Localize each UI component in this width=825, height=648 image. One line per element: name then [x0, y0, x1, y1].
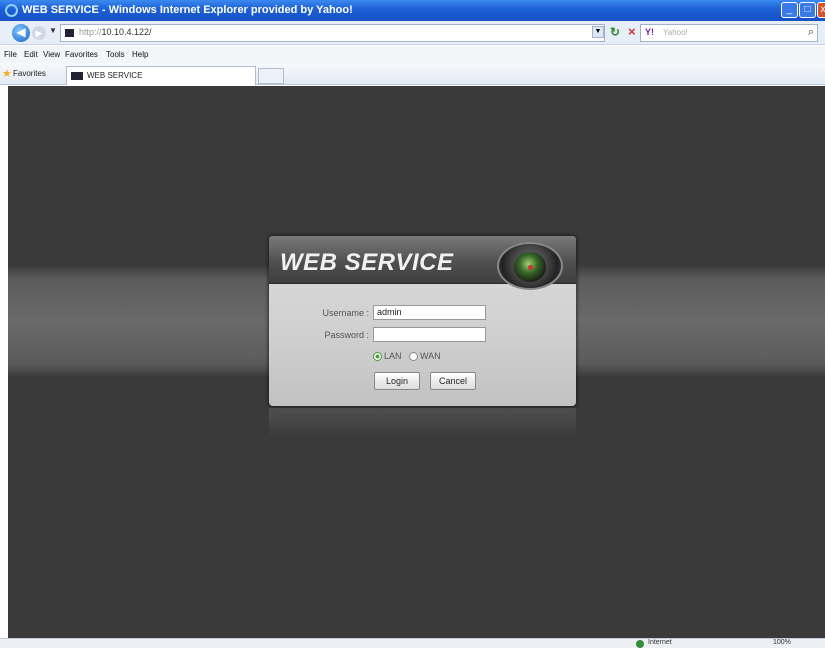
wan-radio-option[interactable]: WAN [409, 351, 441, 362]
address-input[interactable]: http://10.10.4.122/ [60, 24, 605, 42]
camera-lens-glass [514, 252, 546, 282]
page-content: WEB SERVICE Username : admin Password : … [8, 86, 825, 638]
username-field[interactable]: admin [373, 305, 486, 320]
login-title: WEB SERVICE [280, 249, 454, 276]
tab-favicon-icon [71, 72, 83, 80]
menu-view[interactable]: View [43, 50, 60, 59]
menu-edit[interactable]: Edit [24, 50, 38, 59]
window-titlebar: WEB SERVICE - Windows Internet Explorer … [0, 0, 825, 21]
cancel-button[interactable]: Cancel [430, 372, 476, 390]
username-label: Username : [322, 308, 369, 318]
search-placeholder: Yahoo! [663, 28, 688, 37]
address-host: 10.10.4.122/ [101, 27, 152, 37]
favorites-star-icon[interactable]: ★ [2, 67, 12, 80]
refresh-icon[interactable]: ↻ [610, 25, 620, 39]
menu-file[interactable]: File [4, 50, 17, 59]
menu-tools[interactable]: Tools [106, 50, 125, 59]
maximize-button[interactable]: □ [799, 2, 816, 18]
panel-reflection [269, 408, 576, 438]
lan-radio-label: LAN [384, 351, 402, 361]
login-button[interactable]: Login [374, 372, 420, 390]
forward-arrow-icon[interactable]: ▶ [32, 26, 46, 40]
wan-radio-icon[interactable] [409, 352, 418, 362]
tab-label: WEB SERVICE [87, 71, 143, 80]
new-tab-button[interactable] [258, 68, 284, 84]
address-text: http://10.10.4.122/ [79, 27, 152, 37]
yahoo-logo-icon: Y! [645, 27, 654, 37]
close-button[interactable]: x [817, 2, 825, 18]
menu-bar: File Edit View Favorites Tools Help [0, 46, 825, 63]
favorites-button[interactable]: Favorites [13, 69, 46, 78]
site-favicon-icon [65, 29, 74, 37]
password-field[interactable] [373, 327, 486, 342]
stop-icon[interactable]: × [628, 24, 636, 39]
lan-radio-option[interactable]: LAN [373, 351, 402, 362]
security-zone: Internet [648, 639, 672, 646]
menu-help[interactable]: Help [132, 50, 148, 59]
camera-lens-dot [528, 265, 533, 270]
lan-radio-icon[interactable] [373, 352, 382, 362]
search-icon[interactable]: ⌕ [808, 26, 814, 39]
window-title: WEB SERVICE - Windows Internet Explorer … [22, 4, 353, 16]
login-header: WEB SERVICE [269, 236, 576, 290]
navigation-bar: ◀ ▶ ▼ http://10.10.4.122/ ▼ ↻ × Y! Yahoo… [0, 21, 825, 45]
favorites-bar: ★ Favorites WEB SERVICE [0, 63, 825, 85]
password-label: Password : [324, 330, 369, 340]
menu-favorites[interactable]: Favorites [65, 50, 98, 59]
login-panel: WEB SERVICE Username : admin Password : … [269, 236, 576, 406]
globe-icon [636, 640, 644, 648]
wan-radio-label: WAN [420, 351, 441, 361]
status-bar: Internet 100% [0, 638, 825, 648]
camera-lens-icon [497, 242, 563, 290]
back-arrow-icon[interactable]: ◀ [12, 24, 30, 42]
history-dropdown-icon[interactable]: ▼ [49, 26, 57, 35]
address-protocol: http:// [79, 27, 102, 37]
tab-web-service[interactable]: WEB SERVICE [66, 66, 256, 85]
zoom-level[interactable]: 100% [773, 639, 791, 646]
ie-logo-icon [5, 4, 18, 17]
address-dropdown-icon[interactable]: ▼ [592, 26, 604, 38]
minimize-button[interactable]: _ [781, 2, 798, 18]
search-input[interactable]: Y! Yahoo! [640, 24, 818, 42]
